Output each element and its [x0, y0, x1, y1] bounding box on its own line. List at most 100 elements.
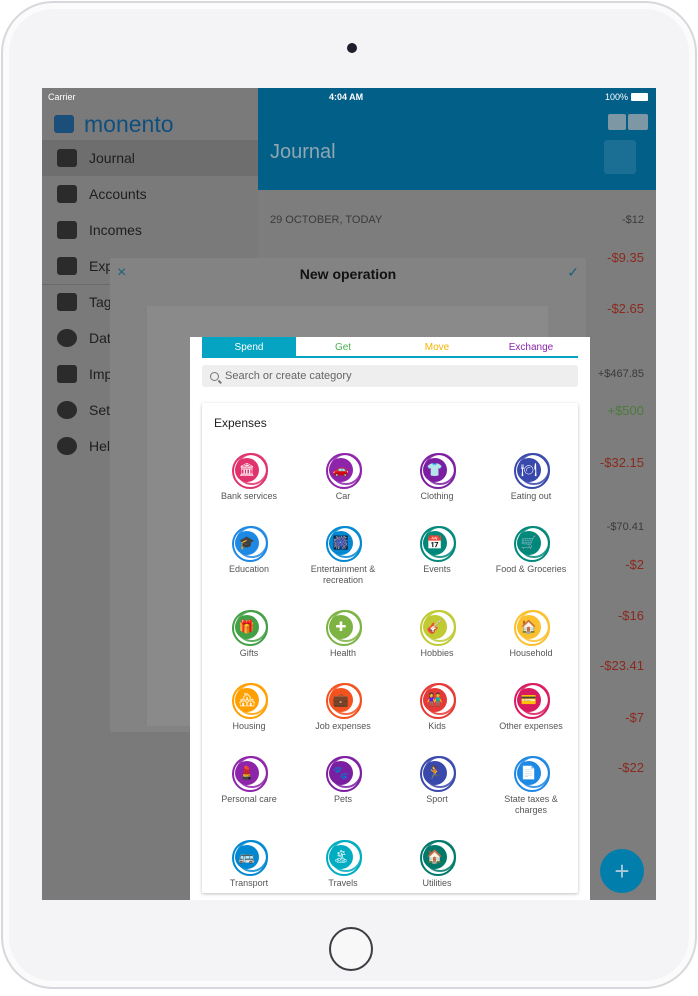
- category-icon: 🎆: [326, 526, 362, 562]
- icon-ring: [424, 683, 456, 715]
- carrier-label: Carrier: [48, 92, 76, 102]
- category-icon: 🏝: [326, 840, 362, 876]
- search-input[interactable]: [225, 370, 545, 382]
- category-label: Entertainment & recreation: [310, 564, 376, 585]
- category-item[interactable]: 🏠 Utilities: [390, 840, 484, 889]
- icon-ring: [518, 756, 550, 788]
- sidebar-item-incomes[interactable]: Incomes: [42, 212, 258, 248]
- category-label: Events: [423, 564, 451, 574]
- check-icon[interactable]: ✓: [567, 264, 579, 281]
- cart-icon: [57, 257, 77, 275]
- category-item[interactable]: 🏠 Household: [484, 610, 578, 659]
- category-icon: 🛒: [514, 526, 550, 562]
- category-search[interactable]: [202, 365, 578, 387]
- category-item[interactable]: 💳 Other expenses: [484, 683, 578, 732]
- icon-ring: [424, 840, 456, 872]
- tab-label: Spend: [234, 341, 264, 353]
- category-item[interactable]: 📅 Events: [390, 526, 484, 575]
- section-title: Expenses: [214, 416, 267, 430]
- sidebar-item-journal[interactable]: Journal: [42, 140, 258, 176]
- category-item[interactable]: 🎓 Education: [202, 526, 296, 575]
- sidebar-item-accounts[interactable]: Accounts: [42, 176, 258, 212]
- category-icon: 👫: [420, 683, 456, 719]
- icon-ring: [518, 683, 550, 715]
- category-icon: 💳: [514, 683, 550, 719]
- home-button[interactable]: [329, 927, 373, 971]
- filter-icon[interactable]: [628, 114, 648, 130]
- category-label: Health: [329, 648, 356, 658]
- category-icon: 🎓: [232, 526, 268, 562]
- gear-icon: [57, 401, 77, 419]
- group-total: -$70.41: [606, 521, 644, 533]
- hand-coins-icon: [57, 221, 77, 239]
- category-item[interactable]: 🚌 Transport: [202, 840, 296, 889]
- category-icon: 💼: [326, 683, 362, 719]
- category-item[interactable]: 💄 Personal care: [202, 756, 296, 805]
- date-total: -$12: [621, 214, 644, 226]
- category-label: Hobbies: [420, 648, 454, 658]
- icon-ring: [236, 683, 268, 715]
- icon-ring: [330, 756, 362, 788]
- category-item[interactable]: 🎸 Hobbies: [390, 610, 484, 659]
- icon-ring: [424, 453, 456, 485]
- tab-exchange[interactable]: Exchange: [484, 337, 578, 357]
- category-label: Pets: [333, 794, 352, 804]
- app-logo: monento: [54, 110, 174, 138]
- dialog-title: New operation: [299, 266, 397, 282]
- tag-icon: [57, 293, 77, 311]
- category-item[interactable]: 👫 Kids: [390, 683, 484, 732]
- entry-amount: -$2: [625, 557, 644, 572]
- category-icon: 📄: [514, 756, 550, 792]
- category-item[interactable]: 🎁 Gifts: [202, 610, 296, 659]
- category-icon: 🏃: [420, 756, 456, 792]
- journal-book-icon: [604, 140, 636, 174]
- plus-icon: +: [614, 855, 630, 886]
- battery-label: 100%: [604, 92, 628, 102]
- icon-ring: [424, 610, 456, 642]
- category-label: Gifts: [239, 648, 259, 658]
- expenses-card: Expenses 🏛 Bank services 🚗 Car 👕 Clothing 🍽 Eat…: [202, 403, 578, 893]
- category-icon: 📅: [420, 526, 456, 562]
- sidebar-item-label: Accounts: [89, 186, 147, 202]
- category-item[interactable]: 🚗 Car: [296, 453, 390, 502]
- category-item[interactable]: 👕 Clothing: [390, 453, 484, 502]
- category-label: Eating out: [510, 491, 552, 501]
- category-item[interactable]: 🏝 Travels: [296, 840, 390, 889]
- entry-amount: +$500: [607, 403, 644, 418]
- entry-amount: -$16: [617, 608, 644, 623]
- category-item[interactable]: 💼 Job expenses: [296, 683, 390, 732]
- category-label: Personal care: [221, 794, 277, 804]
- category-label: Utilities: [422, 878, 452, 888]
- category-item[interactable]: 🍽 Eating out: [484, 453, 578, 502]
- category-icon: 🐾: [326, 756, 362, 792]
- category-label: Kids: [428, 721, 446, 731]
- icon-ring: [330, 453, 362, 485]
- category-item[interactable]: 🏘 Housing: [202, 683, 296, 732]
- category-item[interactable]: 🐾 Pets: [296, 756, 390, 805]
- icon-ring: [236, 453, 268, 485]
- front-camera: [347, 43, 357, 53]
- wallet-icon: [57, 185, 77, 203]
- add-operation-button[interactable]: +: [600, 849, 644, 893]
- category-item[interactable]: 🏛 Bank services: [202, 453, 296, 502]
- category-label: Car: [335, 491, 351, 501]
- category-item[interactable]: ✚ Health: [296, 610, 390, 659]
- category-item[interactable]: 🏃 Sport: [390, 756, 484, 805]
- category-label: Transport: [229, 878, 269, 888]
- tab-get[interactable]: Get: [296, 337, 390, 357]
- operation-tabs: Spend Get Move Exchange: [202, 337, 578, 357]
- category-item[interactable]: 🛒 Food & Groceries: [484, 526, 578, 575]
- wallet-logo-icon: [54, 115, 74, 133]
- tab-spend[interactable]: Spend: [202, 337, 296, 357]
- app-screen: Carrier 4:04 AM 100% monento Journal Acc…: [42, 88, 656, 900]
- category-item[interactable]: 🎆 Entertainment & recreation: [296, 526, 390, 586]
- tab-move[interactable]: Move: [390, 337, 484, 357]
- battery-icon: [631, 93, 648, 101]
- group-total: +$467.85: [597, 368, 644, 380]
- category-item[interactable]: 📄 State taxes & charges: [484, 756, 578, 816]
- icon-ring: [236, 840, 268, 872]
- logo-text: monento: [84, 110, 174, 137]
- import-icon: [57, 365, 77, 383]
- icon-ring: [236, 526, 268, 558]
- calendar-icon[interactable]: [608, 114, 626, 130]
